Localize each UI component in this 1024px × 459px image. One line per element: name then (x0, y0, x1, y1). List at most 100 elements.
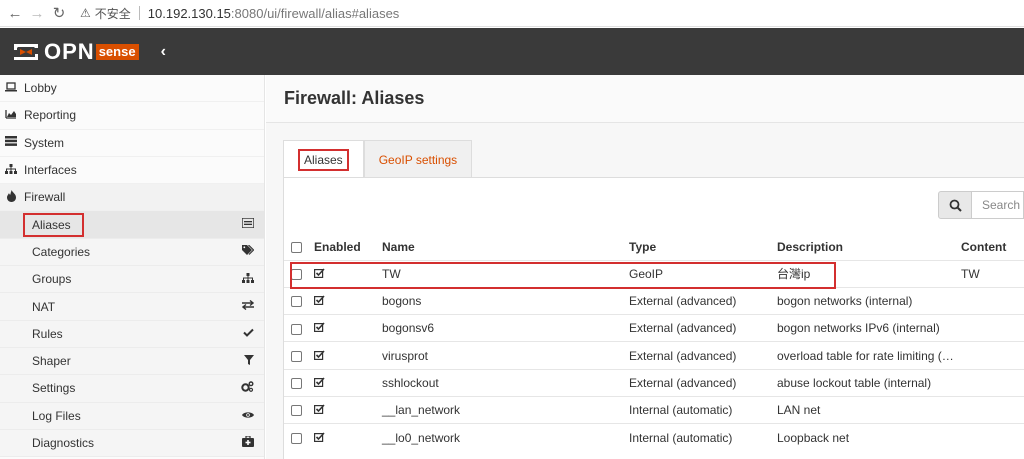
tab-geoip-settings[interactable]: GeoIP settings (363, 140, 473, 178)
row-checkbox[interactable] (291, 350, 302, 362)
logo-sense: sense (95, 43, 139, 60)
content-cell (961, 341, 1024, 370)
logo-text: OPN (44, 38, 95, 64)
insecure-label: 不安全 (94, 6, 131, 21)
enabled-cell[interactable] (308, 368, 382, 397)
area-chart-icon (4, 109, 18, 122)
sidebar-item-system[interactable]: System (0, 130, 264, 157)
type-cell: Internal (automatic) (629, 395, 777, 424)
sidebar-item-interfaces[interactable]: Interfaces (0, 157, 264, 185)
type-cell: External (advanced) (629, 286, 777, 315)
enabled-check-icon[interactable] (314, 377, 325, 390)
content-cell (961, 368, 1024, 397)
sidebar-item-shaper[interactable]: Shaper (0, 347, 264, 376)
description-cell: bogon networks (internal) (777, 286, 961, 315)
description-cell: overload table for rate limiting (… (777, 341, 961, 370)
fire-icon (4, 189, 18, 205)
sidebar-item-firewall[interactable]: Firewall (0, 184, 264, 212)
address-bar[interactable]: ⚠ 不安全 10.192.130.15:8080/ui/firewall/ali… (80, 2, 399, 24)
sidebar-item-reporting[interactable]: Reporting (0, 102, 264, 130)
row-checkbox[interactable] (291, 433, 302, 444)
type-cell: External (advanced) (629, 314, 777, 342)
sidebar-item-nat[interactable]: NAT (0, 293, 264, 321)
table-row[interactable]: sshlockout External (advanced) abuse locko… (284, 368, 1024, 397)
content-cell: TW (961, 259, 1024, 288)
column-header-enabled[interactable]: Enabled (308, 234, 382, 260)
row-checkbox[interactable] (291, 378, 302, 390)
row-checkbox[interactable] (291, 405, 302, 417)
description-cell: bogon networks IPv6 (internal) (777, 314, 961, 342)
row-checkbox[interactable] (291, 323, 302, 335)
divider (138, 6, 140, 20)
column-header-name[interactable]: Name (382, 234, 629, 260)
highlight-box (23, 213, 84, 237)
table-row[interactable]: __lo0_network Internal (automatic) Loopbac… (284, 423, 1024, 452)
sidebar-item-label: Diagnostics (32, 436, 95, 450)
table-row[interactable]: bogons External (advanced) bogon networks … (284, 286, 1024, 315)
select-all-checkbox[interactable] (291, 242, 302, 254)
name-cell: bogonsv6 (382, 314, 629, 342)
sidebar-item-label: Firewall (24, 190, 66, 205)
check-icon (243, 328, 254, 340)
sidebar-item-label: Lobby (24, 81, 57, 96)
enabled-check-icon[interactable] (314, 349, 325, 363)
type-cell: External (advanced) (629, 368, 777, 397)
enabled-cell[interactable] (308, 286, 382, 315)
app-header: OPN sense ‹ (0, 28, 1024, 75)
sidebar-item-label: Settings (32, 381, 76, 396)
enabled-cell[interactable] (308, 341, 382, 370)
row-select-cell (284, 286, 308, 315)
search-input[interactable]: Search (972, 191, 1024, 219)
url-path: :8080/ui/firewall/alias#aliases (230, 5, 400, 21)
filter-icon (244, 354, 254, 368)
sidebar-item-categories[interactable]: Categories (0, 238, 264, 267)
type-cell: External (advanced) (629, 341, 777, 370)
enabled-cell[interactable] (308, 395, 382, 424)
list-icon (241, 217, 255, 231)
sidebar-item-lobby[interactable]: Lobby (0, 75, 264, 103)
description-cell: abuse lockout table (internal) (777, 368, 961, 397)
browser-toolbar: ← → ↻ ⚠ 不安全 10.192.130.15:8080/ui/firewa… (0, 0, 1024, 27)
search-button[interactable] (938, 191, 972, 219)
sidebar-item-diagnostics[interactable]: Diagnostics (0, 429, 264, 458)
sidebar-item-label: Log Files (32, 408, 81, 423)
enabled-check-icon[interactable] (314, 432, 325, 445)
row-select-cell (284, 368, 308, 397)
enabled-check-icon[interactable] (314, 404, 325, 417)
reload-icon[interactable]: ↻ (48, 4, 70, 22)
sidebar-item-settings[interactable]: Settings (0, 375, 264, 403)
forward-icon[interactable]: → (26, 5, 48, 22)
tab-aliases[interactable]: Aliases (283, 140, 364, 179)
sidebar-item-log-files[interactable]: Log Files (0, 402, 264, 430)
exchange-icon (241, 299, 255, 313)
row-select-cell (284, 341, 308, 370)
table-row[interactable]: bogonsv6 External (advanced) bogon network… (284, 314, 1024, 342)
content-cell (961, 423, 1024, 452)
collapse-sidebar-icon[interactable]: ‹ (161, 43, 166, 61)
enabled-check-icon[interactable] (314, 322, 325, 335)
laptop-icon (4, 81, 18, 95)
table-row[interactable]: virusprot External (advanced) overload tab… (284, 341, 1024, 370)
column-header-description[interactable]: Description (777, 234, 961, 260)
sidebar-item-label: Reporting (24, 108, 77, 123)
sidebar-item-label: Interfaces (24, 163, 77, 178)
description-cell: LAN net (777, 395, 961, 424)
search-group: Search (938, 191, 1024, 219)
tab-label: Aliases (298, 149, 349, 171)
enabled-cell[interactable] (308, 423, 382, 452)
sidebar-item-groups[interactable]: Groups (0, 266, 264, 294)
row-checkbox[interactable] (291, 296, 302, 308)
column-header-type[interactable]: Type (629, 234, 777, 260)
sidebar-item-rules[interactable]: Rules (0, 320, 264, 348)
table-row[interactable]: __lan_network Internal (automatic) LAN net (284, 395, 1024, 424)
row-select-cell (284, 423, 308, 452)
back-icon[interactable]: ← (4, 5, 26, 22)
opnsense-logo[interactable]: OPN sense (12, 28, 139, 75)
name-cell: sshlockout (382, 368, 629, 397)
row-select-cell (284, 395, 308, 424)
enabled-check-icon[interactable] (314, 295, 325, 308)
enabled-cell[interactable] (308, 314, 382, 342)
column-header-content[interactable]: Content (961, 234, 1024, 260)
main-content: Firewall: Aliases Aliases GeoIP settings… (266, 75, 1024, 459)
warning-icon: ⚠ (80, 6, 91, 20)
